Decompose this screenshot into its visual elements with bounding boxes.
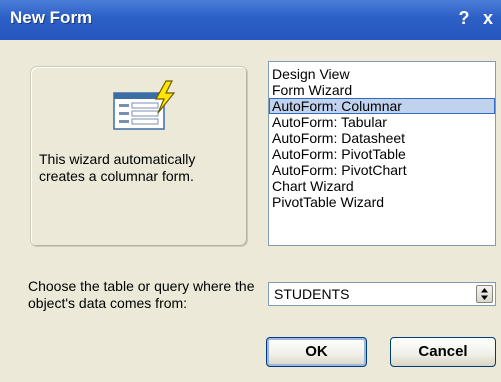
- list-item-pivottable-wizard[interactable]: PivotTable Wizard: [269, 194, 495, 210]
- cancel-button[interactable]: Cancel: [390, 337, 496, 367]
- list-item-autoform-pivottable[interactable]: AutoForm: PivotTable: [269, 146, 495, 162]
- wizard-preview-panel: This wizard automatically creates a colu…: [30, 66, 248, 247]
- list-item-autoform-tabular[interactable]: AutoForm: Tabular: [269, 114, 495, 130]
- ok-button[interactable]: OK: [266, 337, 367, 367]
- help-button[interactable]: ?: [453, 6, 475, 30]
- spinner-icon[interactable]: [476, 285, 493, 303]
- data-source-label: Choose the table or query where the obje…: [28, 278, 255, 311]
- list-item-autoform-pivotchart[interactable]: AutoForm: PivotChart: [269, 162, 495, 178]
- form-wizard-icon: [113, 80, 176, 130]
- up-down-arrows-icon: [481, 288, 488, 300]
- title-bar: New Form ? x: [0, 0, 501, 40]
- list-item-autoform-datasheet[interactable]: AutoForm: Datasheet: [269, 130, 495, 146]
- data-source-value: STUDENTS: [274, 286, 350, 302]
- dialog-title: New Form: [10, 8, 93, 27]
- close-button[interactable]: x: [477, 6, 499, 30]
- list-item-design-view[interactable]: Design View: [269, 66, 495, 82]
- list-item-autoform-columnar[interactable]: AutoForm: Columnar: [269, 98, 495, 114]
- list-item-chart-wizard[interactable]: Chart Wizard: [269, 178, 495, 194]
- list-item-form-wizard[interactable]: Form Wizard: [269, 82, 495, 98]
- data-source-select[interactable]: STUDENTS: [268, 282, 496, 306]
- wizard-description: This wizard automatically creates a colu…: [39, 151, 196, 184]
- form-type-list[interactable]: Design View Form Wizard AutoForm: Column…: [268, 61, 496, 246]
